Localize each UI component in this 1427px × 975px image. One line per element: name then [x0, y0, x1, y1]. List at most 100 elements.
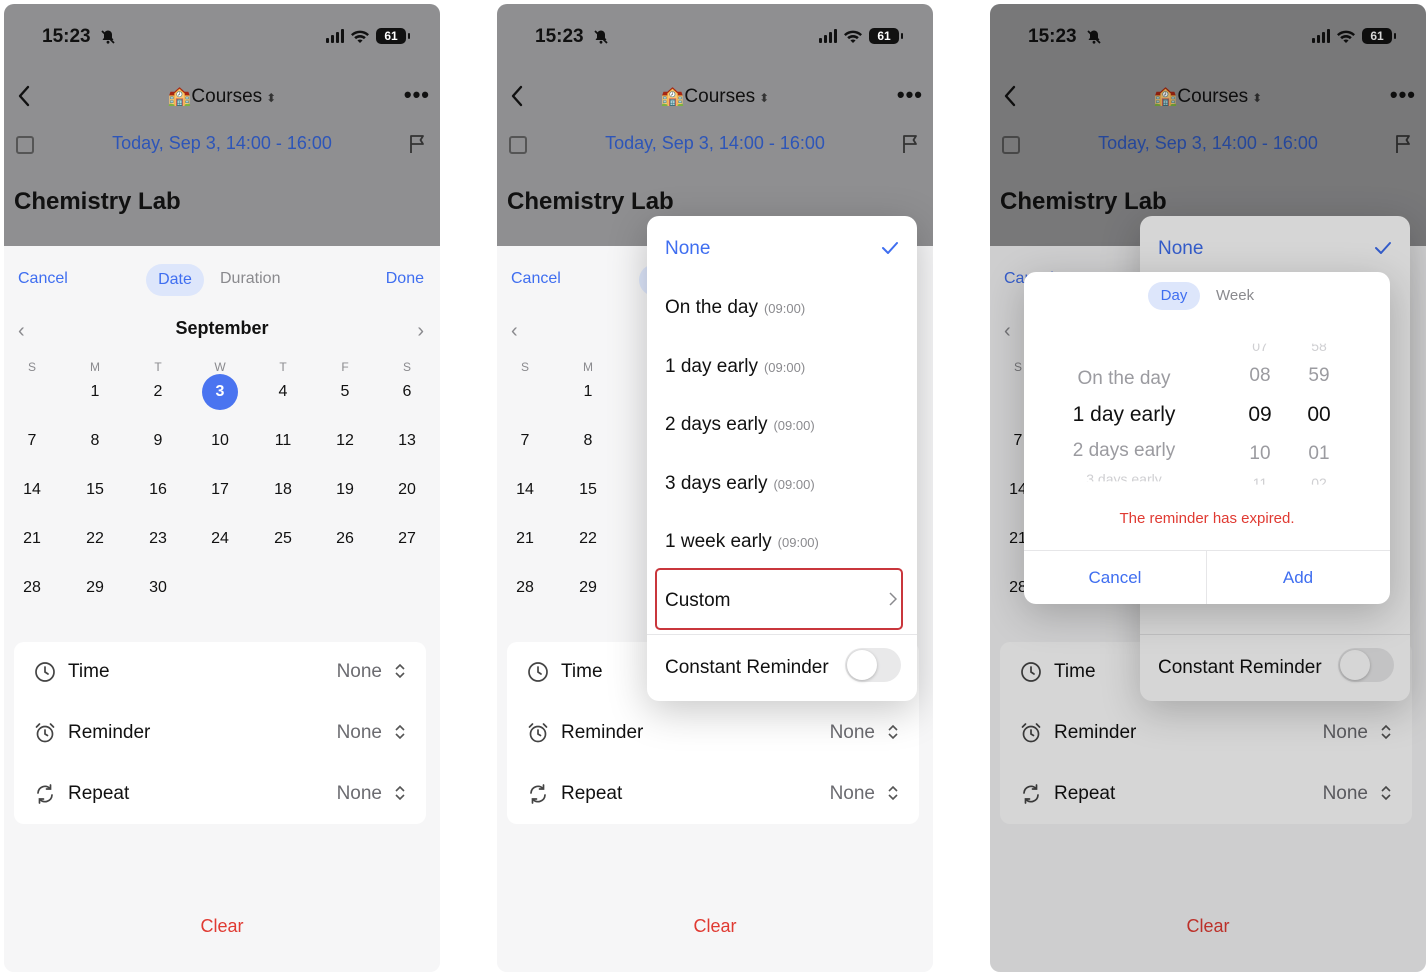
picker-option-selected[interactable]: 00: [1307, 403, 1330, 427]
calendar-day[interactable]: 13: [389, 423, 425, 459]
calendar-day[interactable]: 30: [140, 570, 176, 606]
menu-item-none[interactable]: None: [647, 220, 917, 278]
weekday-label: M: [90, 360, 100, 374]
picker-option[interactable]: 11: [1253, 475, 1268, 485]
dialog-cancel-button[interactable]: Cancel: [1024, 568, 1206, 588]
reminder-value: None: [829, 722, 875, 743]
menu-item-text: 3 days early (09:00): [665, 473, 815, 495]
calendar-day[interactable]: 1: [77, 374, 113, 410]
tab-duration[interactable]: Duration: [220, 270, 280, 288]
calendar-day[interactable]: 12: [327, 423, 363, 459]
task-title[interactable]: Chemistry Lab: [507, 188, 674, 216]
done-button[interactable]: Done: [386, 270, 424, 288]
task-date[interactable]: Today, Sep 3, 14:00 - 16:00: [497, 133, 933, 154]
picker-option[interactable]: 08: [1249, 365, 1270, 387]
calendar-day[interactable]: 1: [570, 374, 606, 410]
next-month-icon[interactable]: ›: [417, 320, 424, 343]
prev-month-icon[interactable]: ‹: [511, 320, 518, 343]
calendar-day[interactable]: 16: [140, 472, 176, 508]
calendar-day[interactable]: 11: [265, 423, 301, 459]
picker-option[interactable]: On the day: [1078, 368, 1171, 390]
clear-button[interactable]: Clear: [4, 916, 440, 937]
calendar-day[interactable]: 15: [77, 472, 113, 508]
dialog-add-button[interactable]: Add: [1207, 568, 1389, 588]
picker-option[interactable]: 3 days early: [1086, 471, 1161, 481]
picker-option-selected[interactable]: 09: [1248, 403, 1271, 427]
calendar-day[interactable]: 8: [77, 423, 113, 459]
calendar-day[interactable]: 29: [570, 570, 606, 606]
reminder-row[interactable]: Reminder None: [14, 703, 426, 763]
flag-icon[interactable]: [408, 134, 428, 154]
task-header: 15:23 61 🏫Courses ⬍ ••• Today, Sep 3, 14:…: [4, 4, 440, 246]
calendar-day[interactable]: 25: [265, 521, 301, 557]
more-icon[interactable]: •••: [897, 84, 923, 106]
calendar-day[interactable]: 22: [570, 521, 606, 557]
up-down-icon: [888, 724, 898, 740]
cancel-button[interactable]: Cancel: [511, 270, 561, 288]
picker-option[interactable]: 58: [1311, 344, 1327, 354]
up-down-icon: [395, 785, 405, 801]
list-selector[interactable]: 🏫Courses ⬍: [4, 84, 440, 108]
task-date[interactable]: Today, Sep 3, 14:00 - 16:00: [4, 133, 440, 154]
calendar-day[interactable]: 7: [507, 423, 543, 459]
picker-option[interactable]: 2 days early: [1073, 440, 1175, 462]
picker-option[interactable]: 01: [1308, 443, 1329, 465]
calendar-day[interactable]: 14: [14, 472, 50, 508]
calendar-day[interactable]: 22: [77, 521, 113, 557]
tab-day[interactable]: Day: [1148, 282, 1200, 310]
picker-option[interactable]: 07: [1252, 344, 1268, 354]
calendar-day[interactable]: 4: [265, 374, 301, 410]
repeat-row[interactable]: Repeat None: [14, 764, 426, 824]
calendar-day[interactable]: 5: [327, 374, 363, 410]
picker-option-selected[interactable]: 1 day early: [1073, 403, 1176, 427]
menu-item-3-days-early[interactable]: 3 days early (09:00): [647, 455, 917, 513]
calendar-day[interactable]: 2: [140, 374, 176, 410]
calendar-day[interactable]: 15: [570, 472, 606, 508]
menu-item-custom[interactable]: Custom: [647, 572, 917, 630]
calendar-day[interactable]: 28: [507, 570, 543, 606]
menu-item-2-days-early[interactable]: 2 days early (09:00): [647, 396, 917, 454]
calendar-day[interactable]: 6: [389, 374, 425, 410]
repeat-value: None: [829, 783, 875, 804]
tab-date[interactable]: Date: [146, 264, 204, 296]
tab-week[interactable]: Week: [1216, 287, 1254, 304]
calendar-day[interactable]: 10: [202, 423, 238, 459]
calendar-day[interactable]: 23: [140, 521, 176, 557]
options-card: Time None Reminder None Repeat None: [14, 642, 426, 824]
picker-option[interactable]: 02: [1311, 475, 1327, 485]
calendar-day[interactable]: 26: [327, 521, 363, 557]
menu-item-on-the-day[interactable]: On the day (09:00): [647, 279, 917, 337]
task-title[interactable]: Chemistry Lab: [14, 188, 181, 216]
calendar-day[interactable]: 20: [389, 472, 425, 508]
cancel-button[interactable]: Cancel: [18, 270, 68, 288]
calendar-day[interactable]: 8: [570, 423, 606, 459]
signal-icon: [819, 29, 837, 43]
calendar-day[interactable]: 9: [140, 423, 176, 459]
calendar-day[interactable]: 21: [14, 521, 50, 557]
calendar-day[interactable]: 14: [507, 472, 543, 508]
time-row[interactable]: Time None: [14, 642, 426, 702]
weekday-label: M: [583, 360, 593, 374]
list-selector[interactable]: 🏫Courses ⬍: [497, 84, 933, 108]
calendar-day[interactable]: 19: [327, 472, 363, 508]
menu-item-1-week-early[interactable]: 1 week early (09:00): [647, 513, 917, 571]
repeat-row[interactable]: Repeat None: [507, 764, 919, 824]
wifi-icon: [844, 30, 862, 43]
constant-reminder-toggle[interactable]: [845, 648, 901, 682]
menu-item-1-day-early[interactable]: 1 day early (09:00): [647, 338, 917, 396]
picker-option[interactable]: 59: [1308, 365, 1329, 387]
more-icon[interactable]: •••: [404, 84, 430, 106]
reminder-row[interactable]: Reminder None: [507, 703, 919, 763]
flag-icon[interactable]: [901, 134, 921, 154]
calendar-day[interactable]: 24: [202, 521, 238, 557]
calendar-day-selected[interactable]: 3: [202, 374, 238, 410]
calendar-day[interactable]: 27: [389, 521, 425, 557]
calendar-day[interactable]: 29: [77, 570, 113, 606]
calendar-day[interactable]: 17: [202, 472, 238, 508]
calendar-day[interactable]: 7: [14, 423, 50, 459]
calendar-day[interactable]: 21: [507, 521, 543, 557]
calendar-day[interactable]: 28: [14, 570, 50, 606]
calendar-day[interactable]: 18: [265, 472, 301, 508]
picker-option[interactable]: 10: [1249, 443, 1270, 465]
clear-button[interactable]: Clear: [497, 916, 933, 937]
